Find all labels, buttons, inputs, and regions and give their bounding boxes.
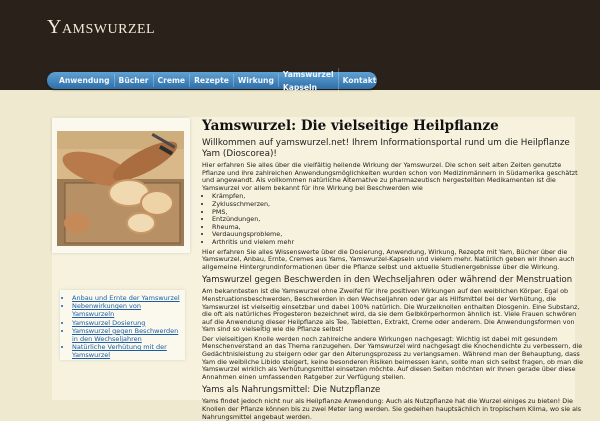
- nav-item-buecher[interactable]: Bücher: [115, 74, 154, 87]
- list-item: Arthritis und vielem mehr: [212, 238, 585, 247]
- nav-item-yamswurzel-kapseln[interactable]: Yamswurzel Kapseln: [279, 67, 339, 94]
- sidebar-link-verhuetung[interactable]: Natürliche Verhütung mit der Yamswurzel: [72, 343, 182, 359]
- page-title: Yamswurzel: Die vielseitige Heilpflanze: [202, 118, 499, 134]
- nav-item-wirkung[interactable]: Wirkung: [234, 74, 279, 87]
- nav-item-anwendung[interactable]: Anwendung: [55, 74, 115, 87]
- main-nav: Anwendung Bücher Creme Rezepte Wirkung Y…: [47, 67, 377, 94]
- site-header: Yamswurzel Anwendung Bücher Creme Rezept…: [0, 0, 600, 94]
- list-item: Zyklusschmerzen,: [212, 200, 585, 209]
- nav-item-creme[interactable]: Creme: [154, 74, 191, 87]
- related-links: Anbau und Ernte der Yamswurzel Nebenwirk…: [60, 290, 185, 360]
- welcome-text: Willkommen auf yamswurzel.net! Ihrem Inf…: [202, 138, 570, 159]
- photo-frame: [52, 118, 190, 253]
- site-title[interactable]: Yamswurzel: [47, 16, 155, 39]
- conditions-list: Krämpfen, Zyklusschmerzen, PMS, Entzündu…: [202, 193, 585, 246]
- sidebar-link-nebenwirkungen[interactable]: Nebenwirkungen von Yamswurzeln: [72, 302, 182, 318]
- section-heading-menstruation: Yamswurzel gegen Beschwerden in den Wech…: [202, 275, 573, 286]
- list-item: Entzündungen,: [212, 216, 585, 224]
- list-item: PMS,: [212, 208, 585, 217]
- section-paragraph: Am bekanntesten ist die Yamswurzel ohne …: [202, 287, 580, 334]
- overview-paragraph: Hier erfahren Sie alles Wissenswerte übe…: [202, 247, 575, 271]
- main-article: Yamswurzel: Die vielseitige Heilpflanze …: [202, 118, 585, 421]
- section-paragraph: Yams findet jedoch nicht nur als Heilpfl…: [202, 397, 582, 421]
- sidebar-link-dosierung[interactable]: Yamswurzel Dosierung: [72, 319, 182, 327]
- yam-photo: [57, 131, 184, 246]
- nav-item-rezepte[interactable]: Rezepte: [190, 74, 234, 87]
- sidebar-link-anbau[interactable]: Anbau und Ernte der Yamswurzel: [72, 294, 182, 302]
- section-heading-nutzpflanze: Yams als Nahrungsmittel: Die Nutzpflanze: [202, 385, 381, 396]
- sidebar-link-wechseljahre[interactable]: Yamswurzel gegen Beschwerden in den Wech…: [72, 327, 182, 343]
- nav-item-kontakt[interactable]: Kontakt: [339, 74, 381, 87]
- section-paragraph: Der vielseitigen Knolle werden noch zahl…: [202, 334, 584, 381]
- intro-paragraph: Hier erfahren Sie alles über die vielfäl…: [202, 161, 578, 192]
